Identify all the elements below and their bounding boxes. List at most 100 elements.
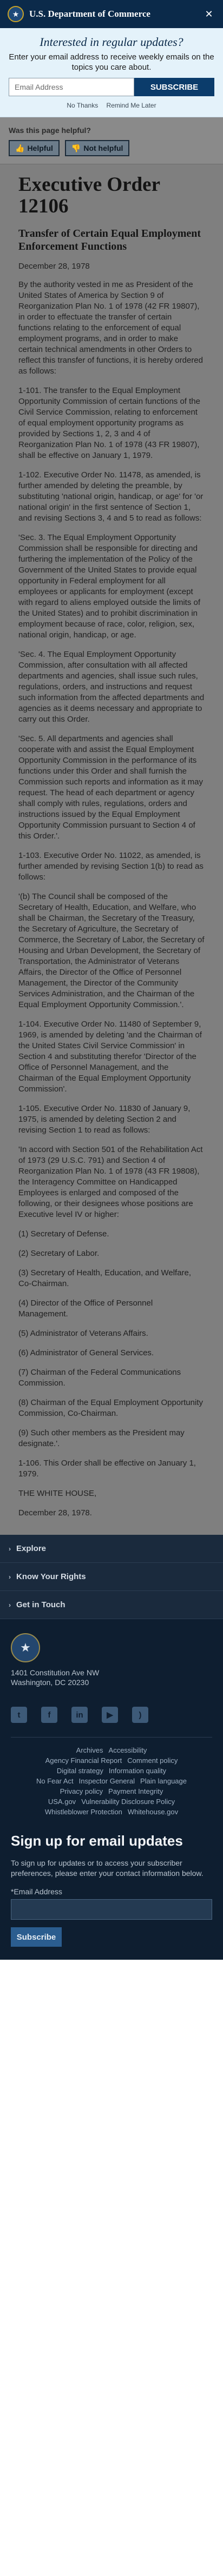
agency-header: ★ U.S. Department of Commerce ✕ — [0, 0, 223, 28]
footer-link[interactable]: Privacy policy — [60, 1786, 103, 1796]
document-paragraph: (4) Director of the Office of Personnel … — [18, 1299, 153, 1319]
document-paragraph: 1-101. The transfer to the Equal Employm… — [18, 386, 200, 460]
document-paragraph: (1) Secretary of Defense. — [18, 1229, 109, 1239]
chevron-right-icon: › — [9, 1545, 11, 1553]
email-address-label: *Email Address — [11, 1887, 62, 1896]
bottom-subscribe-button[interactable]: Subscribe — [11, 1927, 62, 1947]
twitter-icon[interactable]: t — [11, 1707, 27, 1723]
document-paragraph: (3) Secretary of Health, Education, and … — [18, 1268, 192, 1288]
accordion-item-label: Get in Touch — [16, 1600, 65, 1609]
footer-link-row: USA.gov Vulnerability Disclosure Policy — [11, 1796, 212, 1807]
footer-address: 1401 Constitution Ave NW Washington, DC … — [11, 1668, 212, 1687]
document-date: December 28, 1978 — [18, 262, 90, 271]
not-helpful-button-label: Not helpful — [83, 144, 123, 152]
subscribe-button[interactable]: SUBSCRIBE — [134, 78, 214, 96]
footer-link-row: Agency Financial Report Comment policy — [11, 1755, 212, 1766]
helpful-button[interactable]: 👍 Helpful — [9, 140, 60, 156]
signup-title: Interested in regular updates? — [40, 35, 183, 49]
footer-links: Archives Accessibility Agency Financial Re… — [11, 1737, 212, 1817]
bottom-signup-title: Sign up for email updates — [11, 1833, 183, 1849]
footer-link[interactable]: Vulnerability Disclosure Policy — [81, 1796, 175, 1807]
signup-links: No Thanks Remind Me Later — [9, 102, 214, 109]
document-paragraph: 1-105. Executive Order No. 11830 of Janu… — [18, 1104, 191, 1135]
thumbs-down-icon: 👎 — [71, 143, 81, 152]
footer-link[interactable]: Payment Integrity — [108, 1786, 163, 1796]
footer-link[interactable]: Archives — [76, 1745, 103, 1755]
footer-link[interactable]: Accessibility — [109, 1745, 147, 1755]
no-thanks-link[interactable]: No Thanks — [67, 102, 98, 109]
document-paragraph: (2) Secretary of Labor. — [18, 1249, 100, 1258]
footer-link-row: Whistleblower Protection Whitehouse.gov — [11, 1807, 212, 1817]
linkedin-icon[interactable]: in — [71, 1707, 88, 1723]
footer-link-row: Digital strategy Information quality — [11, 1766, 212, 1776]
document-paragraph: By the authority vested in me as Preside… — [18, 280, 203, 376]
document-body: By the authority vested in me as Preside… — [18, 279, 205, 1519]
bottom-email-input[interactable] — [11, 1899, 212, 1920]
footer-link[interactable]: Information quality — [109, 1766, 166, 1776]
remind-me-later-link[interactable]: Remind Me Later — [107, 102, 156, 109]
address-line-1: 1401 Constitution Ave NW — [11, 1668, 100, 1677]
document-paragraph: '(b) The Council shall be composed of th… — [18, 892, 205, 1009]
thumbs-up-icon: 👍 — [15, 143, 25, 152]
accordion-item[interactable]: › Get in Touch — [0, 1591, 223, 1619]
agency-name: U.S. Department of Commerce — [29, 9, 150, 19]
document-paragraph: (7) Chairman of the Federal Communicatio… — [18, 1368, 181, 1388]
document-paragraph: 'Sec. 4. The Equal Employment Opportunit… — [18, 650, 205, 724]
document-paragraph: 1-102. Executive Order No. 11478, as ame… — [18, 470, 204, 523]
document-paragraph: (6) Administrator of General Services. — [18, 1348, 154, 1357]
accordion-item[interactable]: › Explore — [0, 1535, 223, 1563]
address-line-2: Washington, DC 20230 — [11, 1678, 89, 1687]
accordion-item[interactable]: › Know Your Rights — [0, 1563, 223, 1591]
document-paragraph: 'In accord with Section 501 of the Rehab… — [18, 1145, 203, 1219]
not-helpful-button[interactable]: 👎 Not helpful — [64, 140, 130, 156]
chevron-right-icon: › — [9, 1573, 11, 1581]
document-paragraph: 1-103. Executive Order No. 11022, as ame… — [18, 851, 204, 882]
footer-link[interactable]: Whitehouse.gov — [128, 1807, 178, 1817]
footer-accordion: › Explore › Know Your Rights › Get in Touch — [0, 1535, 223, 1619]
chevron-right-icon: › — [9, 1601, 11, 1609]
helpful-buttons: 👍 Helpful 👎 Not helpful — [9, 140, 214, 156]
helpful-question: Was this page helpful? — [9, 126, 91, 135]
footer-link-row: No Fear Act Inspector General Plain langua… — [11, 1776, 212, 1786]
document-paragraph: (8) Chairman of the Equal Employment Opp… — [18, 1398, 203, 1418]
document-paragraph: (5) Administrator of Veterans Affairs. — [18, 1329, 148, 1338]
helpful-feedback: Was this page helpful? 👍 Helpful 👎 Not h… — [0, 117, 223, 164]
footer-link[interactable]: Inspector General — [79, 1776, 135, 1786]
footer-link[interactable]: Digital strategy — [57, 1766, 103, 1776]
document-paragraph: 'Sec. 5. All departments and agencies sh… — [18, 734, 203, 841]
footer-link-row: Archives Accessibility — [11, 1745, 212, 1755]
signup-form: SUBSCRIBE — [9, 78, 214, 96]
document-paragraph: 'Sec. 3. The Equal Employment Opportunit… — [18, 533, 201, 640]
signup-description: Enter your email address to receive week… — [9, 52, 214, 72]
accordion-item-label: Know Your Rights — [16, 1572, 86, 1581]
bottom-signup-description: To sign up for updates or to access your… — [11, 1859, 204, 1878]
bottom-email-signup: Sign up for email updates To sign up for… — [0, 1817, 223, 1960]
document-paragraph: 1-104. Executive Order No. 11480 of Sept… — [18, 1020, 202, 1094]
document-paragraph: December 28, 1978. — [18, 1508, 92, 1517]
document-paragraph: THE WHITE HOUSE, — [18, 1489, 97, 1498]
footer-link[interactable]: Whistleblower Protection — [45, 1807, 122, 1817]
email-signup-modal: Interested in regular updates? Enter you… — [0, 28, 223, 117]
footer-seal-icon: ★ — [11, 1633, 40, 1662]
footer-link[interactable]: Plain language — [140, 1776, 187, 1786]
footer-link[interactable]: USA.gov — [48, 1796, 76, 1807]
page-title: Executive Order 12106 — [18, 174, 160, 217]
helpful-button-label: Helpful — [27, 144, 53, 152]
footer-link[interactable]: No Fear Act — [36, 1776, 74, 1786]
page-subtitle: Transfer of Certain Equal Employment Enf… — [18, 228, 201, 252]
footer-link-row: Privacy policy Payment Integrity — [11, 1786, 212, 1796]
rss-icon[interactable]: ) — [132, 1707, 148, 1723]
executive-order-document: Executive Order 12106 Transfer of Certai… — [0, 164, 223, 1535]
email-input[interactable] — [9, 78, 134, 96]
facebook-icon[interactable]: f — [41, 1707, 57, 1723]
agency-footer: ★ 1401 Constitution Ave NW Washington, D… — [0, 1619, 223, 1817]
social-links: t f in ▶) — [11, 1707, 212, 1723]
footer-link[interactable]: Comment policy — [127, 1755, 178, 1766]
seal-icon: ★ — [8, 6, 24, 22]
footer-link[interactable]: Agency Financial Report — [45, 1755, 122, 1766]
close-icon[interactable]: ✕ — [202, 8, 215, 21]
document-paragraph: (9) Such other members as the President … — [18, 1428, 185, 1448]
youtube-icon[interactable]: ▶ — [102, 1707, 118, 1723]
document-paragraph: 1-106. This Order shall be effective on … — [18, 1459, 196, 1479]
accordion-item-label: Explore — [16, 1544, 47, 1553]
